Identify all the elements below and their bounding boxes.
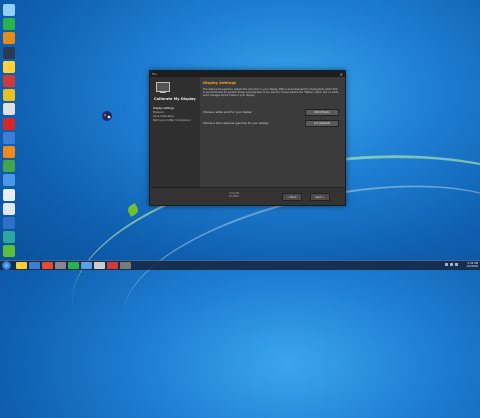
steam-icon[interactable] [3, 46, 15, 59]
taskbar-app-icon[interactable] [42, 262, 53, 269]
app-icon-blue-3[interactable] [3, 217, 15, 229]
app-icon-orange[interactable] [3, 32, 15, 45]
brand-line-2: MUNKI [229, 194, 239, 199]
step-list: Display Settings Measure Save Calibratio… [153, 107, 191, 123]
monitor-stand [160, 92, 166, 93]
wallpaper-leaf [126, 203, 140, 217]
system-tray-icons [445, 263, 458, 266]
white-point-select[interactable]: D65 (Photo) [305, 108, 339, 116]
app-icon-red[interactable] [3, 75, 15, 87]
app-icon-orange-2[interactable] [3, 146, 15, 158]
brand-logo: COLOR MUNKI [229, 191, 239, 199]
sidebar-title: Calibrate My Display [154, 97, 196, 101]
app-icon-green[interactable] [3, 18, 15, 31]
back-button[interactable]: < Back [282, 193, 302, 201]
network-icon[interactable] [445, 263, 448, 266]
taskbar-app-icon[interactable] [94, 262, 105, 269]
taskbar-app-icon[interactable] [16, 262, 27, 269]
app-icon-red-2[interactable] [3, 117, 15, 130]
dialog-footer: COLOR MUNKI < Back Next > [150, 187, 345, 205]
gamma-row: Choose a tone response (gamma) for your … [203, 119, 339, 127]
app-icon-blue-2[interactable] [3, 174, 15, 187]
recycle-bin-icon[interactable] [3, 4, 15, 16]
taskbar: 5:24 PM 1/1/2016 [0, 260, 480, 270]
clock-date: 1/1/2016 [466, 265, 478, 268]
close-icon[interactable]: ✕ [340, 72, 343, 77]
start-button[interactable] [2, 261, 11, 270]
next-button[interactable]: Next > [310, 193, 330, 201]
taskbar-app-icon[interactable] [55, 262, 66, 269]
settings-pane: Display Settings The white point selecti… [203, 81, 339, 97]
app-icon-teal[interactable] [3, 231, 15, 244]
app-icon-white[interactable] [3, 103, 15, 116]
app-icon-white-3[interactable] [3, 202, 15, 215]
app-icon-green-2[interactable] [3, 160, 15, 173]
taskbar-app-icon[interactable] [107, 262, 118, 269]
gamma-select[interactable]: 2.2 (default) [305, 119, 339, 127]
section-description: The white point selection adjusts the co… [203, 88, 339, 97]
taskbar-app-icon[interactable] [68, 262, 79, 269]
app-icon-white-2[interactable] [3, 188, 15, 201]
clock[interactable]: 5:24 PM 1/1/2016 [466, 262, 478, 268]
steps-sidebar: Calibrate My Display Display Settings Me… [150, 77, 200, 188]
white-point-row: Choose a white point for your display: D… [203, 108, 339, 116]
taskbar-app-icon[interactable] [81, 262, 92, 269]
step-comparison: Before And After Comparison [153, 119, 191, 122]
calibration-dialog: File ✕ Calibrate My Display Display Sett… [149, 70, 346, 206]
taskbar-app-icon[interactable] [120, 262, 131, 269]
chrome-icon[interactable] [3, 89, 15, 102]
monitor-icon [156, 82, 170, 92]
section-title: Display Settings [203, 81, 237, 85]
desktop-bug-icon[interactable] [100, 108, 114, 122]
app-icon-yellow[interactable] [3, 60, 15, 73]
taskbar-app-icon[interactable] [29, 262, 40, 269]
white-point-label: Choose a white point for your display: [203, 110, 253, 114]
dialog-window-title[interactable]: File [152, 72, 157, 76]
flag-icon[interactable] [455, 263, 458, 266]
volume-icon[interactable] [450, 263, 453, 266]
app-icon-green-3[interactable] [3, 245, 15, 258]
app-icon-blue[interactable] [3, 131, 15, 144]
gamma-label: Choose a tone response (gamma) for your … [203, 121, 269, 125]
